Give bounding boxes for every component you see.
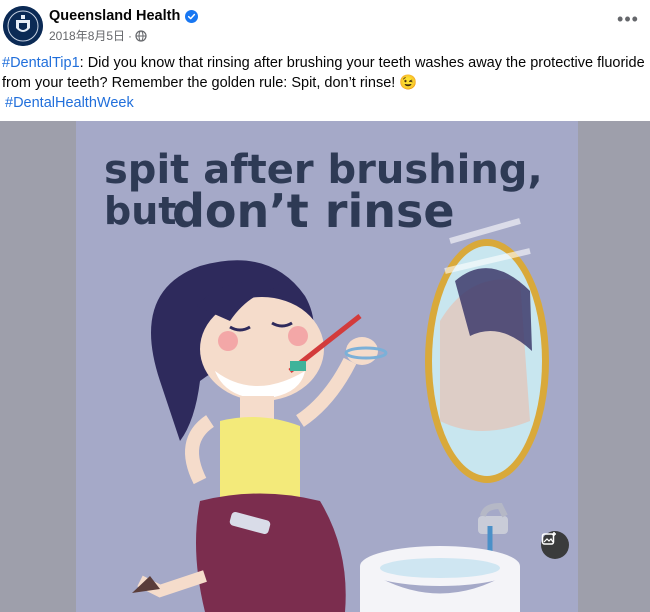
post-hashtag-line: #DentalHealthWeek — [5, 93, 134, 113]
page-name[interactable]: Queensland Health — [49, 8, 199, 24]
hashtag-dentalhealthweek[interactable]: #DentalHealthWeek — [5, 95, 134, 111]
add-photo-icon[interactable] — [541, 531, 569, 559]
post-image[interactable]: spit after brushing, but don’t rinse — [0, 121, 650, 612]
page-avatar[interactable] — [3, 6, 43, 46]
post-header: Queensland Health 2018年8月5日 · ••• — [0, 0, 650, 48]
meta-separator: · — [128, 28, 133, 43]
queensland-crest-icon — [3, 6, 43, 46]
hashtag-dentaltip1[interactable]: #DentalTip1 — [2, 55, 80, 71]
add-photo-glyph — [541, 532, 556, 545]
page-name-text[interactable]: Queensland Health — [49, 8, 180, 24]
post-text: #DentalTip1: Did you know that rinsing a… — [2, 53, 646, 93]
post-body: : Did you know that rinsing after brushi… — [2, 55, 645, 91]
more-options-icon[interactable]: ••• — [614, 10, 642, 32]
verified-badge-icon — [185, 9, 199, 23]
headline-dont-rinse: don’t rinse — [172, 184, 455, 238]
globe-icon[interactable] — [135, 29, 147, 42]
post-date[interactable]: 2018年8月5日 — [49, 27, 125, 44]
post-meta: 2018年8月5日 · — [49, 27, 147, 44]
headline-but: but — [104, 189, 176, 233]
